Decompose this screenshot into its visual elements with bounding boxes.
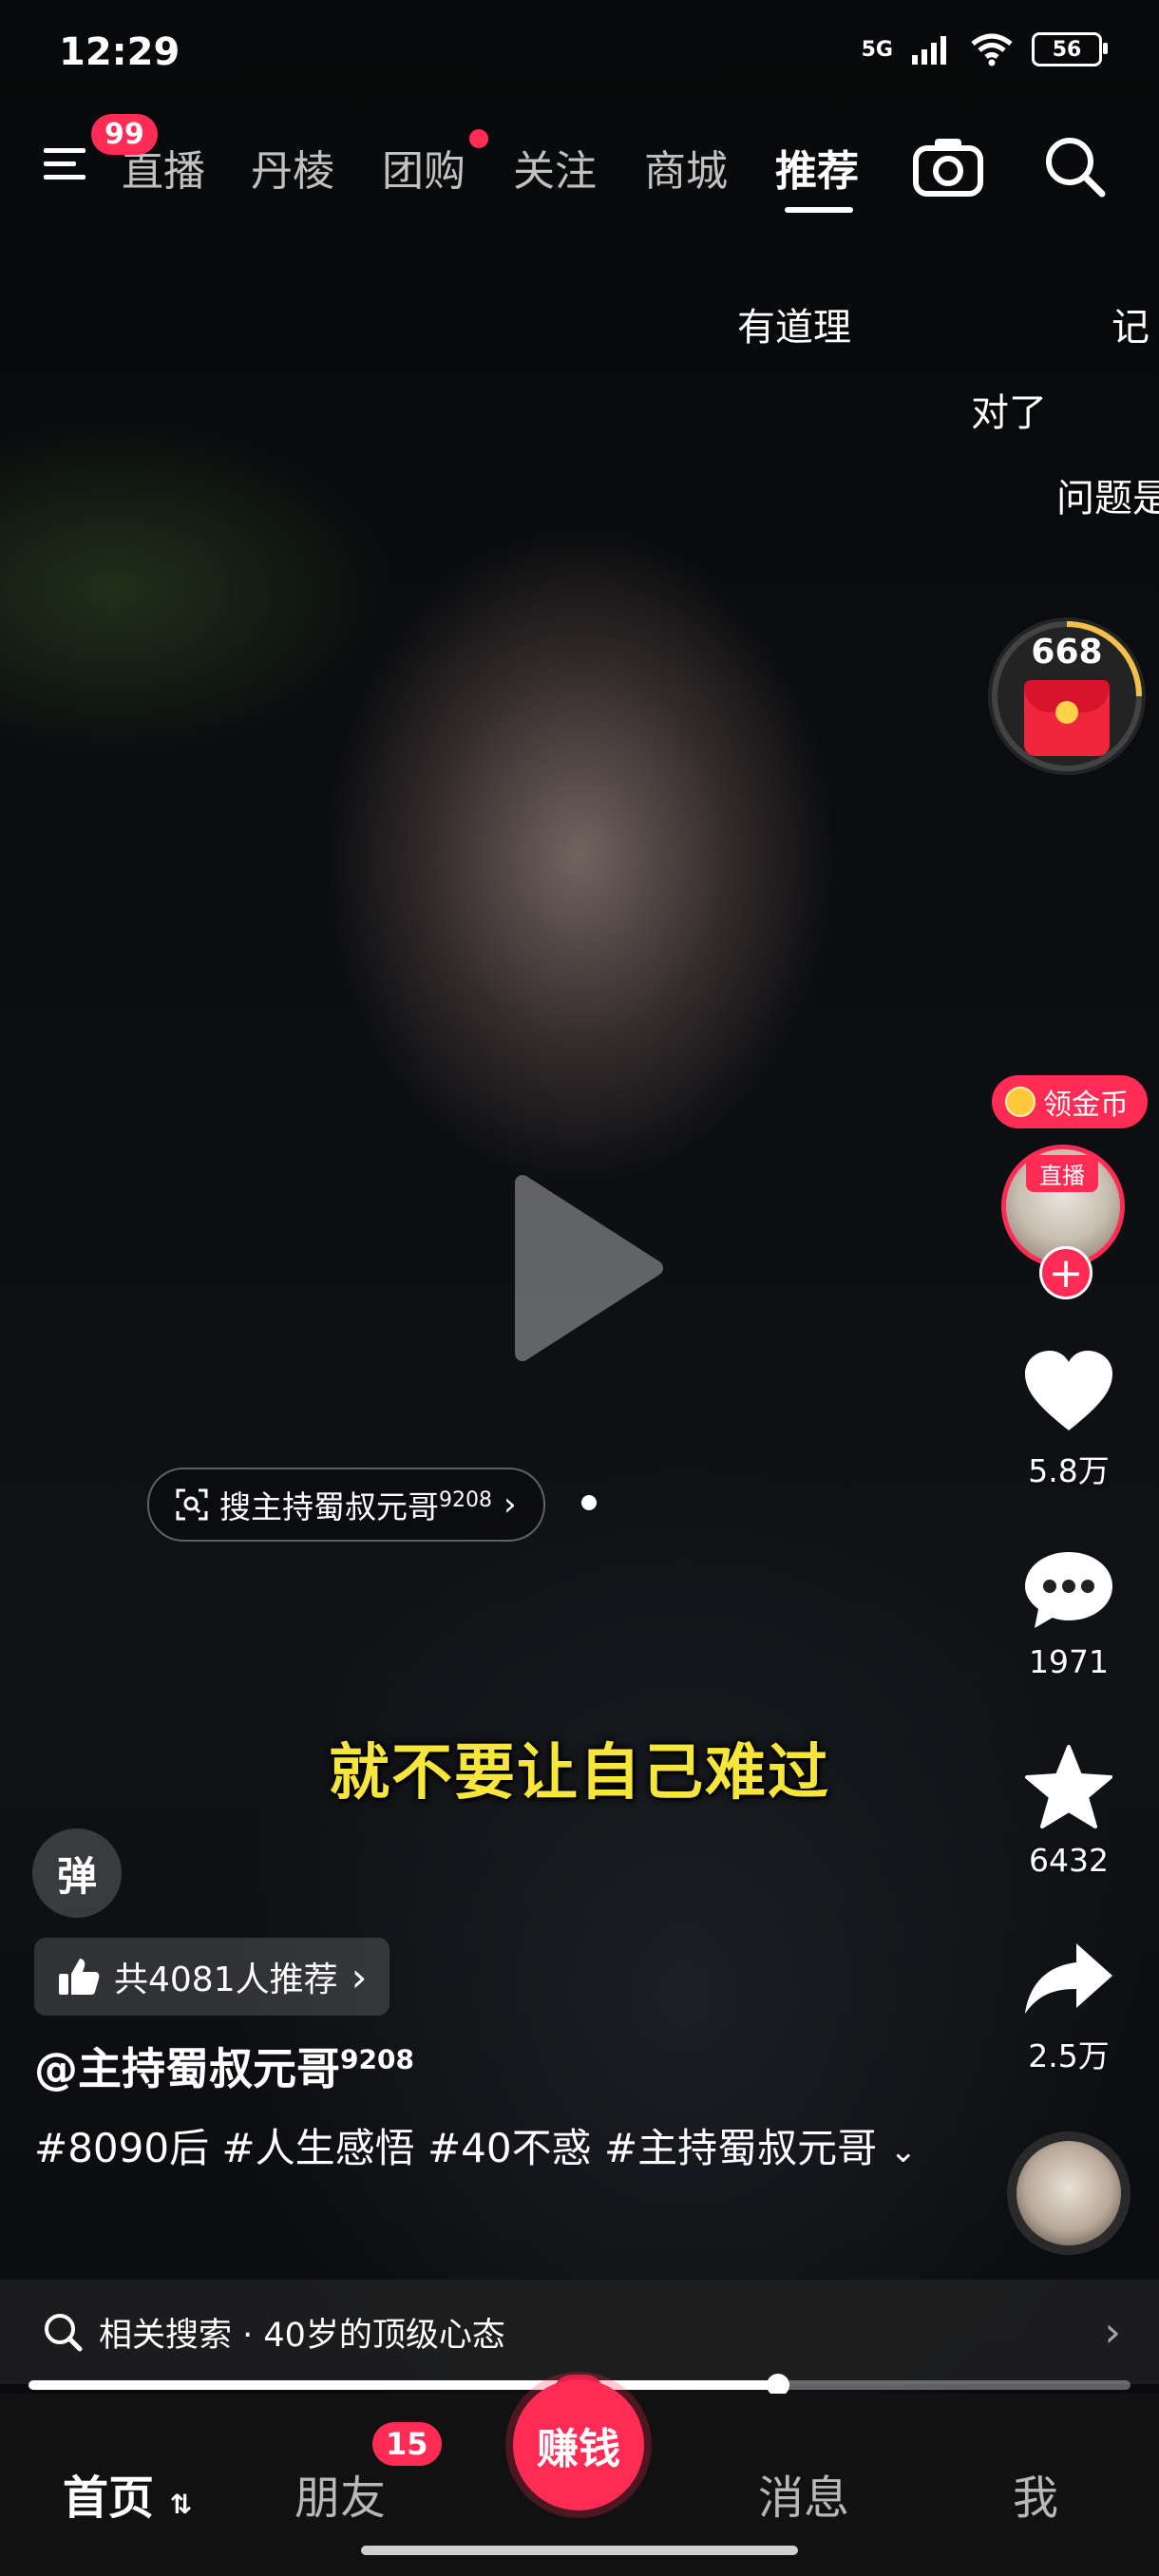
search-chip-label: 搜主持蜀叔元哥9208 (219, 1482, 492, 1527)
nav-home[interactable]: 首页 ⇅ (63, 2460, 192, 2527)
friends-badge: 15 (372, 2422, 442, 2466)
follow-button[interactable]: + (1039, 1246, 1092, 1299)
search-icon (45, 2314, 83, 2352)
tab-danleng[interactable]: 丹棱 (251, 137, 334, 198)
author-name[interactable]: @主持蜀叔元哥9208 (34, 2035, 414, 2097)
nav-home-label: 首页 (63, 2472, 155, 2525)
comment-icon (1025, 1552, 1112, 1628)
camera-icon[interactable] (912, 133, 984, 199)
expand-chevron-icon[interactable]: ⌄ (890, 2132, 918, 2170)
tab-group-buy[interactable]: 团购 (382, 137, 466, 198)
menu-badge: 99 (91, 114, 158, 155)
video-subtitle: 就不要让自己难过 (329, 1738, 830, 1809)
menu-icon[interactable] (44, 139, 93, 188)
favorite-count: 6432 (1029, 1842, 1109, 1879)
danmu-label: 弹 (56, 1852, 97, 1900)
related-search-label: 相关搜索 · 40岁的顶级心态 (99, 2316, 505, 2355)
tab-mall[interactable]: 商城 (644, 137, 728, 198)
chip-dot (581, 1495, 597, 1510)
author-sup: 9208 (340, 2043, 414, 2075)
nav-me[interactable]: 我 (1013, 2460, 1058, 2527)
author-text: @主持蜀叔元哥 (34, 2043, 340, 2094)
red-packet-icon (1024, 680, 1110, 756)
progress-fill (28, 2380, 778, 2390)
battery-indicator: 56 (1032, 32, 1108, 66)
related-search-bar[interactable]: 相关搜索 · 40岁的顶级心态 › (0, 2280, 1159, 2384)
active-tab-indicator (785, 207, 853, 213)
status-icons: 5G 56 (861, 32, 1108, 66)
share-action[interactable]: 2.5万 (988, 1938, 1150, 2076)
scan-search-icon (176, 1488, 208, 1521)
coin-count: 668 (1031, 633, 1103, 672)
thumbs-up-icon (59, 1959, 100, 1995)
live-tag: 直播 (1026, 1155, 1098, 1192)
claim-gold-label: 领金币 (1043, 1089, 1129, 1122)
danmaku-item: 问题是 (1056, 477, 1159, 521)
share-icon (1025, 1943, 1112, 2014)
home-indicator (361, 2546, 798, 2555)
search-icon[interactable] (1041, 133, 1108, 199)
top-nav: 直播 丹棱 团购 关注 商城 推荐 (0, 114, 1159, 228)
danmaku-item: 记 (1112, 306, 1150, 350)
danmaku-item: 对了 (971, 391, 1047, 435)
earn-button[interactable]: 赚钱 (513, 2379, 644, 2510)
video-description[interactable]: #8090后 #人生感悟 #40不惑 #主持蜀叔元哥 ⌄ (34, 2118, 927, 2182)
swap-icon: ⇅ (169, 2489, 193, 2520)
comment-count: 1971 (1029, 1643, 1109, 1680)
danmaku-item: 有道理 (737, 306, 851, 350)
signal-icon (912, 36, 946, 65)
chevron-right-icon: › (1104, 2307, 1121, 2357)
nav-messages[interactable]: 消息 (758, 2460, 849, 2527)
claim-gold-button[interactable]: 领金币 (992, 1075, 1148, 1128)
share-count: 2.5万 (1028, 2037, 1110, 2074)
heart-icon (1025, 1351, 1112, 1430)
chevron-right-icon: › (504, 1486, 517, 1524)
recommend-chip[interactable]: 共4081人推荐 › (34, 1938, 390, 2016)
like-count: 5.8万 (1028, 1452, 1110, 1489)
tab-recommend[interactable]: 推荐 (775, 137, 859, 198)
recommend-label: 共4081人推荐 (114, 1960, 338, 1999)
tab-following[interactable]: 关注 (513, 137, 597, 198)
search-chip-text: 搜主持蜀叔元哥 (219, 1488, 439, 1525)
group-buy-dot (469, 129, 488, 148)
network-label: 5G (861, 37, 893, 62)
nav-friends[interactable]: 朋友 (294, 2460, 386, 2527)
description-text: #8090后 #人生感悟 #40不惑 #主持蜀叔元哥 (34, 2125, 878, 2171)
search-author-chip[interactable]: 搜主持蜀叔元哥9208 › (147, 1468, 545, 1542)
chevron-right-icon: › (351, 1953, 368, 2000)
wifi-icon (971, 33, 1013, 66)
gold-coin-icon (1005, 1087, 1036, 1117)
search-chip-sup: 9208 (439, 1488, 492, 1512)
music-disc-avatar[interactable] (1007, 2131, 1130, 2255)
like-action[interactable]: 5.8万 (988, 1349, 1150, 1491)
comment-action[interactable]: 1971 (988, 1548, 1150, 1680)
earn-label: 赚钱 (537, 2425, 620, 2473)
danmu-toggle-button[interactable]: 弹 (32, 1828, 122, 1918)
coin-widget[interactable]: 668 (988, 617, 1146, 775)
status-time: 12:29 (59, 30, 180, 74)
play-icon[interactable] (504, 1173, 665, 1363)
status-bar: 12:29 5G 56 (0, 0, 1159, 104)
